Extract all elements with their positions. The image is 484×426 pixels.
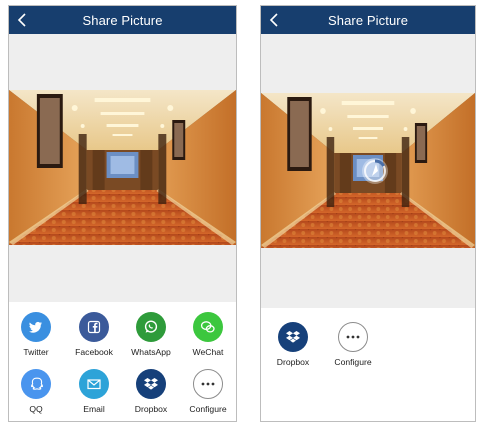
share-configure-button[interactable]: Configure bbox=[325, 322, 381, 367]
share-label: Configure bbox=[334, 357, 372, 367]
wechat-icon bbox=[193, 312, 223, 342]
share-panel: Twitter Facebook WhatsApp WeChat QQ Emai… bbox=[9, 302, 236, 421]
qq-icon bbox=[21, 369, 51, 399]
share-label: Twitter bbox=[23, 347, 49, 357]
more-icon bbox=[193, 369, 223, 399]
share-qq-button[interactable]: QQ bbox=[9, 369, 64, 414]
share-label: Dropbox bbox=[276, 357, 310, 367]
share-label: QQ bbox=[29, 404, 43, 414]
share-dropbox-button[interactable]: Dropbox bbox=[123, 369, 179, 414]
share-label: WeChat bbox=[192, 347, 224, 357]
screen-title: Share Picture bbox=[82, 12, 163, 28]
back-icon[interactable] bbox=[14, 11, 32, 29]
share-facebook-button[interactable]: Facebook bbox=[66, 312, 122, 357]
share-label: WhatsApp bbox=[131, 347, 171, 357]
top-bar: Share Picture bbox=[9, 6, 236, 34]
share-label: Dropbox bbox=[134, 404, 168, 414]
share-wechat-button[interactable]: WeChat bbox=[180, 312, 236, 357]
share-dropbox-button[interactable]: Dropbox bbox=[265, 322, 321, 367]
corridor-photo bbox=[9, 90, 236, 245]
share-screen-left: Share Picture Twitter Facebook WhatsApp bbox=[8, 5, 237, 422]
dropbox-icon bbox=[278, 322, 308, 352]
email-icon bbox=[79, 369, 109, 399]
more-icon bbox=[338, 322, 368, 352]
share-configure-button[interactable]: Configure bbox=[180, 369, 236, 414]
share-screen-right: Share Picture Dropbox Configure bbox=[260, 5, 476, 422]
loading-spinner-icon bbox=[362, 158, 388, 184]
twitter-icon bbox=[21, 312, 51, 342]
share-whatsapp-button[interactable]: WhatsApp bbox=[123, 312, 179, 357]
share-twitter-button[interactable]: Twitter bbox=[9, 312, 64, 357]
dropbox-icon bbox=[136, 369, 166, 399]
share-label: Email bbox=[83, 404, 105, 414]
top-bar: Share Picture bbox=[261, 6, 475, 34]
whatsapp-icon bbox=[136, 312, 166, 342]
share-label: Configure bbox=[189, 404, 227, 414]
share-panel: Dropbox Configure bbox=[261, 308, 475, 421]
share-label: Facebook bbox=[75, 347, 113, 357]
back-icon[interactable] bbox=[266, 11, 284, 29]
share-email-button[interactable]: Email bbox=[66, 369, 122, 414]
screen-title: Share Picture bbox=[327, 12, 409, 28]
facebook-icon bbox=[79, 312, 109, 342]
